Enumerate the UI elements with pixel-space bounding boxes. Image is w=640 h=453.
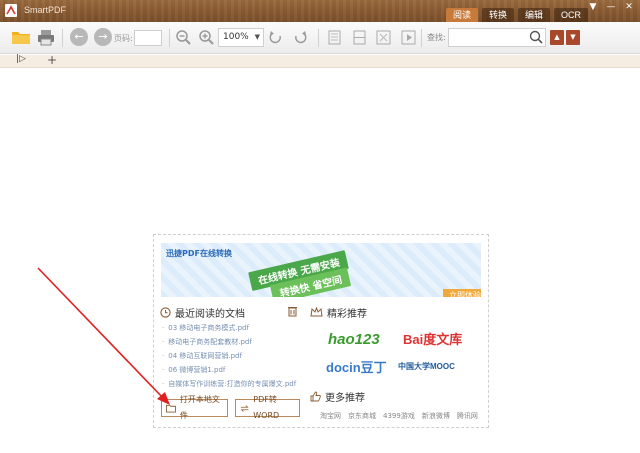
find-next-button[interactable]: ▼	[566, 30, 580, 45]
find-previous-button[interactable]: ▲	[550, 30, 564, 45]
recent-docs-list: 03 移动电子商务模式.pdf 移动电子商务配套教材.pdf 04 移动互联网营…	[162, 321, 296, 391]
hao123-logo[interactable]: hao123	[328, 331, 380, 348]
open-local-file-button[interactable]: 打开本地文件	[161, 395, 228, 420]
icourse-mooc-logo[interactable]: 中国大学MOOC	[398, 361, 455, 372]
link-weibo[interactable]: 新浪微博	[422, 411, 450, 421]
next-page-icon[interactable]: →	[94, 28, 112, 46]
docin-logo[interactable]: docin豆丁	[326, 357, 387, 376]
more-title: 更多推荐	[325, 393, 365, 404]
toolbar-divider	[421, 29, 422, 47]
folder-icon	[166, 404, 176, 413]
toolbar: ← → 页码: 100% ▼ 查找: ▲ ▼	[0, 22, 640, 54]
banner-title: 迅捷PDF在线转换	[166, 249, 232, 258]
toolbar-divider	[318, 29, 319, 47]
clock-icon	[160, 307, 171, 318]
link-jd[interactable]: 京东商城	[348, 411, 376, 421]
page-label: 页码:	[114, 34, 133, 43]
pdf-to-word-button[interactable]: PDF转WORD	[235, 395, 300, 420]
recent-doc-item[interactable]: 06 微博营销1.pdf	[162, 363, 296, 377]
try-now-button[interactable]: 立即体验	[443, 289, 481, 297]
slideshow-icon[interactable]	[401, 30, 416, 45]
add-tab-icon[interactable]: +	[47, 53, 57, 67]
zoom-out-icon[interactable]	[176, 30, 191, 45]
recent-doc-item[interactable]: 03 移动电子商务模式.pdf	[162, 321, 296, 335]
pdf-to-word-label: PDF转WORD	[253, 395, 280, 420]
title-bar: SmartPDF 阅读 转换 编辑 OCR ▼ — ✕	[0, 0, 640, 22]
recent-doc-item[interactable]: 移动电子商务配套教材.pdf	[162, 335, 296, 349]
baidu-wenku-logo[interactable]: Bai度文库	[403, 329, 462, 348]
toolbar-divider	[169, 29, 170, 47]
open-local-file-label: 打开本地文件	[179, 395, 220, 420]
previous-page-icon[interactable]: ←	[70, 28, 88, 46]
featured-title: 精彩推荐	[327, 309, 367, 320]
crown-icon	[310, 307, 323, 317]
print-icon[interactable]	[37, 29, 55, 46]
featured-heading: 精彩推荐	[310, 305, 367, 320]
zoom-value: 100%	[223, 32, 249, 42]
trash-icon[interactable]	[287, 305, 298, 317]
open-folder-icon[interactable]	[11, 29, 31, 45]
app-title: SmartPDF	[24, 5, 67, 15]
promo-banner[interactable]: 迅捷PDF在线转换 在线转换 无需安装 转换快 省空间 立即体验	[161, 243, 481, 297]
search-icon[interactable]	[529, 30, 543, 44]
recent-docs-heading: 最近阅读的文档	[160, 305, 245, 320]
zoom-in-icon[interactable]	[199, 30, 214, 45]
tab-ocr[interactable]: OCR	[554, 8, 589, 22]
close-icon[interactable]: ✕	[624, 2, 634, 12]
chevron-down-icon: ▼	[254, 33, 260, 41]
toolbar-divider	[62, 29, 63, 47]
link-4399[interactable]: 4399游戏	[383, 411, 415, 421]
rotate-right-icon[interactable]	[293, 30, 307, 45]
recent-doc-item[interactable]: 04 移动互联网营销.pdf	[162, 349, 296, 363]
link-taobao[interactable]: 淘宝网	[320, 411, 341, 421]
document-tab-strip: |▷ +	[0, 53, 640, 68]
find-label: 查找:	[427, 33, 446, 42]
recent-docs-title: 最近阅读的文档	[175, 309, 245, 320]
tab-edit[interactable]: 编辑	[518, 8, 551, 22]
tab-convert[interactable]: 转换	[482, 8, 515, 22]
pdf-logo-icon	[5, 4, 17, 17]
thumbs-up-icon	[310, 391, 321, 402]
convert-icon	[240, 404, 249, 412]
start-panel: 迅捷PDF在线转换 在线转换 无需安装 转换快 省空间 立即体验 最近阅读的文档…	[153, 234, 489, 428]
tab-read[interactable]: 阅读	[446, 8, 479, 22]
fit-page-icon[interactable]	[376, 30, 391, 45]
window-controls: ▼ — ✕	[588, 2, 634, 12]
more-links: 淘宝网 京东商城 4399游戏 新浪微博 腾讯网	[320, 411, 478, 421]
mode-tabs: 阅读 转换 编辑 OCR	[446, 8, 589, 22]
menu-icon[interactable]: ▼	[588, 2, 598, 12]
minimize-icon[interactable]: —	[606, 2, 616, 12]
page-number-input[interactable]	[134, 30, 162, 46]
sidebar-toggle-icon[interactable]: |▷	[16, 54, 26, 64]
zoom-select[interactable]: 100% ▼	[218, 28, 264, 47]
recent-doc-item[interactable]: 自媒体写作训练营:打造你的专属爆文.pdf	[162, 377, 296, 391]
link-qq[interactable]: 腾讯网	[457, 411, 478, 421]
single-page-icon[interactable]	[327, 30, 342, 45]
rotate-left-icon[interactable]	[269, 30, 283, 45]
continuous-page-icon[interactable]	[352, 30, 367, 45]
more-heading: 更多推荐	[310, 389, 365, 404]
